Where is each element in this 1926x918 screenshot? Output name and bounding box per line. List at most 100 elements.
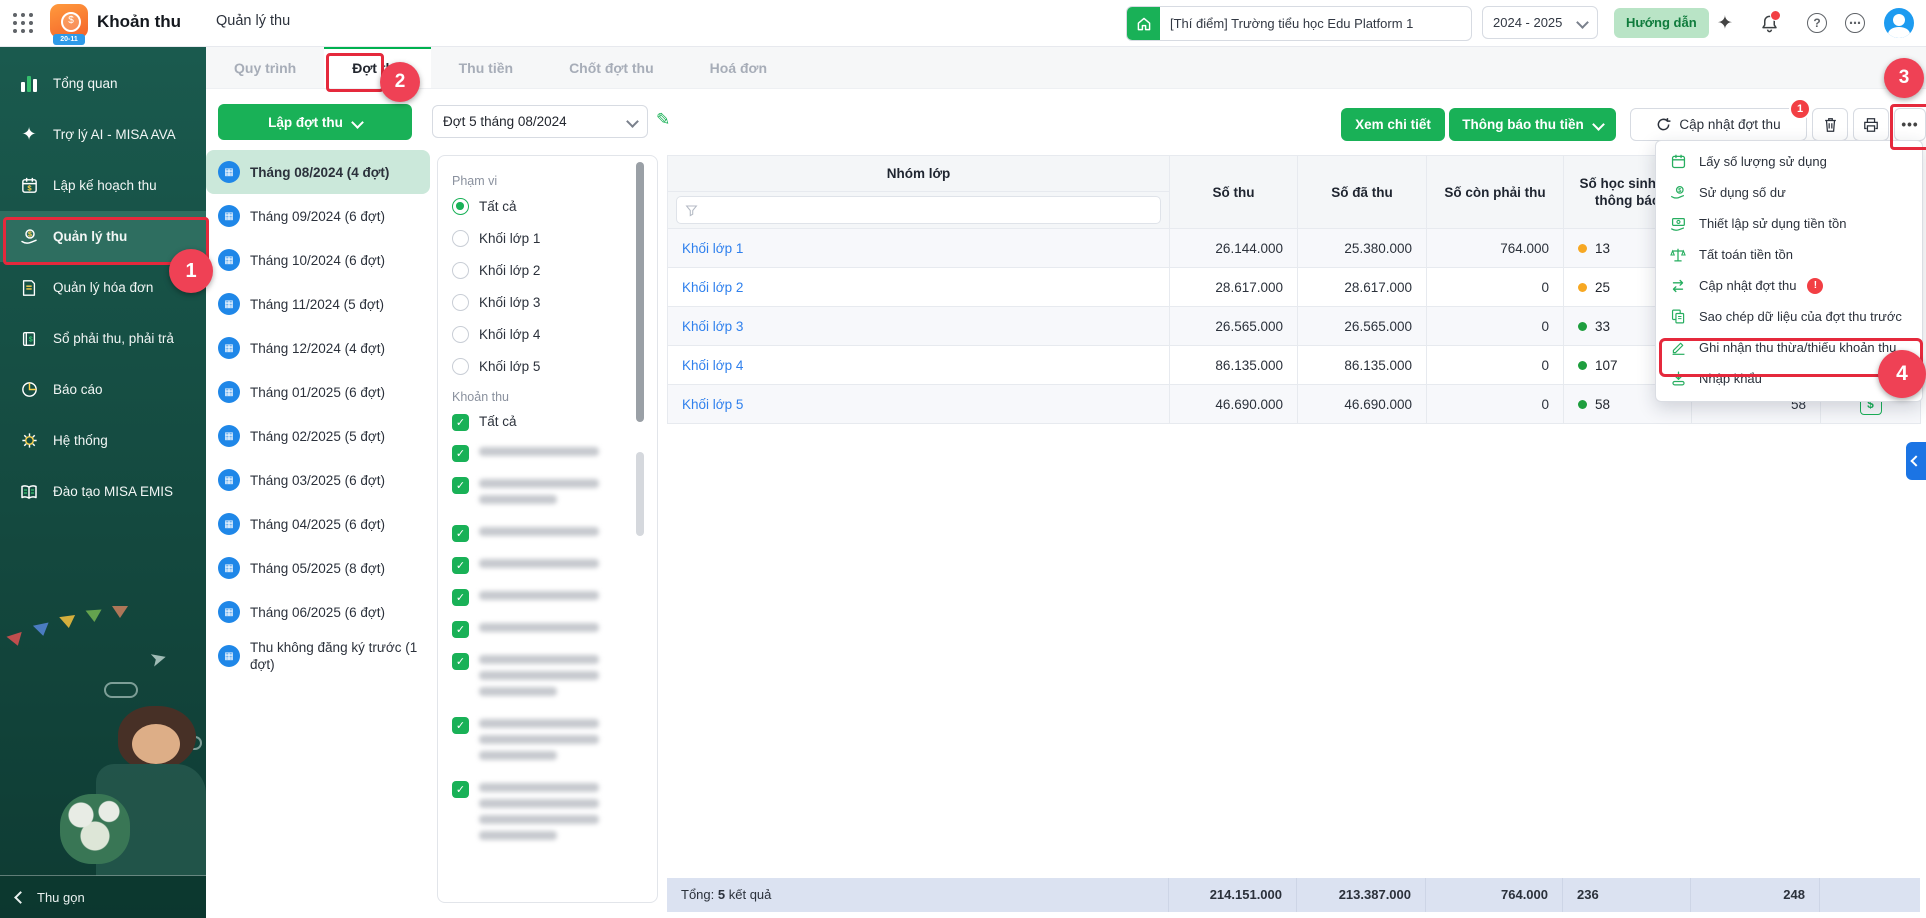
- month-item[interactable]: ▦ Tháng 04/2025 (6 đợt): [206, 502, 430, 546]
- fee-checkbox-item[interactable]: ✓: [452, 653, 643, 703]
- fee-checkbox-item[interactable]: ✓: [452, 557, 643, 575]
- scope-radio-option[interactable]: Khối lớp 1: [452, 230, 643, 247]
- cell-con-phai-thu: 0: [1427, 346, 1564, 385]
- col-header-so-con-phai-thu[interactable]: Số còn phải thu: [1427, 156, 1564, 229]
- notify-collect-button[interactable]: Thông báo thu tiền: [1449, 108, 1616, 141]
- menu-item-thiet-lap-tien-ton[interactable]: Thiết lập sử dụng tiền tồn: [1656, 208, 1922, 239]
- school-year-select[interactable]: 2024 - 2025: [1482, 6, 1598, 39]
- cell-con-phai-thu: 0: [1427, 307, 1564, 346]
- month-item[interactable]: ▦ Tháng 08/2024 (4 đợt): [206, 150, 430, 194]
- view-detail-button[interactable]: Xem chi tiết: [1341, 108, 1445, 141]
- more-actions-button[interactable]: •••: [1894, 108, 1926, 141]
- annotation-step-4: 4: [1878, 350, 1926, 398]
- month-item[interactable]: ▦ Tháng 06/2025 (6 đợt): [206, 590, 430, 634]
- class-group-link[interactable]: Khối lớp 5: [668, 385, 1170, 424]
- filter-scrollbar-thumb-lower[interactable]: [636, 452, 644, 536]
- month-item[interactable]: ▦ Tháng 03/2025 (6 đợt): [206, 458, 430, 502]
- class-group-link[interactable]: Khối lớp 4: [668, 346, 1170, 385]
- panel-expand-handle[interactable]: [1906, 442, 1926, 480]
- topbar: $ 20-11 Khoản thu Quản lý thu [Thí điểm]…: [0, 0, 1926, 47]
- tab[interactable]: Hoá đơn: [682, 46, 795, 88]
- print-button[interactable]: [1853, 108, 1889, 141]
- more-options-icon[interactable]: ⋯: [1842, 10, 1868, 36]
- month-item[interactable]: ▦ Tháng 12/2024 (4 đợt): [206, 326, 430, 370]
- month-item[interactable]: ▦ Tháng 02/2025 (5 đợt): [206, 414, 430, 458]
- tab[interactable]: Chốt đợt thu: [541, 46, 682, 88]
- sidebar-item-he-thong[interactable]: Hệ thống: [0, 415, 206, 466]
- scope-radio-option[interactable]: Khối lớp 4: [452, 326, 643, 343]
- fee-checkbox-item[interactable]: ✓: [452, 525, 643, 543]
- sidebar-item-so-phai-thu[interactable]: $ Sổ phải thu, phải trả: [0, 313, 206, 364]
- fee-checkbox-item[interactable]: ✓: [452, 717, 643, 767]
- notification-bell-icon[interactable]: [1756, 10, 1782, 36]
- update-batch-button[interactable]: Cập nhật đợt thu: [1630, 108, 1807, 141]
- notification-badge: [1770, 10, 1781, 21]
- scope-radio-option[interactable]: Khối lớp 2: [452, 262, 643, 279]
- month-item[interactable]: ▦ Thu không đăng ký trước (1 đợt): [206, 634, 430, 678]
- calendar-icon: ▦: [218, 469, 240, 491]
- menu-item-sao-chep[interactable]: Sao chép dữ liệu của đợt thu trước: [1656, 301, 1922, 332]
- tab[interactable]: Thu tiền: [431, 46, 541, 88]
- batch-select[interactable]: Đợt 5 tháng 08/2024: [432, 105, 648, 138]
- blurred-label: [479, 717, 643, 767]
- menu-item-label: Sao chép dữ liệu của đợt thu trước: [1699, 309, 1902, 324]
- col-header-so-thu[interactable]: Số thu: [1170, 156, 1298, 229]
- school-selector[interactable]: [Thí điểm] Trường tiểu học Edu Platform …: [1126, 6, 1472, 41]
- menu-item-cap-nhat-dot-thu[interactable]: Cập nhật đợt thu !: [1656, 270, 1922, 301]
- checkbox-label: Tất cả: [479, 414, 517, 429]
- checkbox-checked-icon: ✓: [452, 621, 469, 638]
- copy-icon: [1668, 307, 1688, 327]
- hs-count: 58: [1595, 397, 1610, 412]
- fee-checkbox-item[interactable]: ✓: [452, 621, 643, 639]
- app-grid-icon[interactable]: [13, 13, 34, 34]
- user-avatar[interactable]: [1884, 8, 1914, 38]
- month-item[interactable]: ▦ Tháng 05/2025 (8 đợt): [206, 546, 430, 590]
- help-icon[interactable]: ?: [1804, 10, 1830, 36]
- class-group-link[interactable]: Khối lớp 2: [668, 268, 1170, 307]
- sidebar-item-tro-ly-ai[interactable]: ✦ Trợ lý AI - MISA AVA: [0, 109, 206, 160]
- menu-item-su-dung-so-du[interactable]: $ Sử dụng số dư: [1656, 177, 1922, 208]
- topnav-quan-ly-thu[interactable]: Quản lý thu: [216, 13, 290, 29]
- flower-bouquet: [60, 794, 130, 864]
- ai-sparkle-icon[interactable]: ✦: [1712, 10, 1738, 36]
- fee-checkbox-all[interactable]: ✓ Tất cả: [452, 414, 643, 431]
- sidebar-item-bao-cao[interactable]: Báo cáo: [0, 364, 206, 415]
- radio-label: Khối lớp 1: [479, 231, 540, 246]
- month-item[interactable]: ▦ Tháng 01/2025 (6 đợt): [206, 370, 430, 414]
- scope-radio-option[interactable]: Khối lớp 5: [452, 358, 643, 375]
- scope-radio-option[interactable]: Khối lớp 3: [452, 294, 643, 311]
- sidebar-item-tong-quan[interactable]: Tổng quan: [0, 58, 206, 109]
- edit-batch-pencil-icon[interactable]: ✎: [656, 110, 678, 132]
- sidebar-item-lap-ke-hoach-thu[interactable]: $ Lập kế hoạch thu: [0, 160, 206, 211]
- month-item[interactable]: ▦ Tháng 10/2024 (6 đợt): [206, 238, 430, 282]
- fee-checkbox-item[interactable]: ✓: [452, 589, 643, 607]
- delete-button[interactable]: [1812, 108, 1848, 141]
- menu-item-tat-toan-tien-ton[interactable]: Tất toán tiền tồn: [1656, 239, 1922, 270]
- blurred-label: [479, 589, 643, 607]
- blurred-label: [479, 477, 643, 511]
- tab[interactable]: Quy trình: [206, 46, 324, 88]
- status-dot: [1578, 361, 1587, 370]
- svg-text:$: $: [28, 231, 32, 238]
- guide-button[interactable]: Hướng dẫn: [1614, 8, 1709, 38]
- class-group-link[interactable]: Khối lớp 3: [668, 307, 1170, 346]
- month-item[interactable]: ▦ Tháng 09/2024 (6 đợt): [206, 194, 430, 238]
- calendar-icon: ▦: [218, 645, 240, 667]
- scope-radio-option[interactable]: Tất cả: [452, 198, 643, 215]
- col-header-so-da-thu[interactable]: Số đã thu: [1298, 156, 1427, 229]
- fee-checkbox-item[interactable]: ✓: [452, 781, 643, 847]
- filter-cell: [668, 192, 1170, 229]
- filter-scrollbar-thumb[interactable]: [636, 162, 644, 422]
- fee-checkbox-item[interactable]: ✓: [452, 477, 643, 511]
- sidebar-collapse-button[interactable]: Thu gọn: [0, 875, 206, 918]
- status-dot: [1578, 283, 1587, 292]
- month-item[interactable]: ▦ Tháng 11/2024 (5 đợt): [206, 282, 430, 326]
- column-filter-input[interactable]: [676, 196, 1161, 224]
- col-header-nhom-lop[interactable]: Nhóm lớp: [668, 156, 1170, 192]
- class-group-link[interactable]: Khối lớp 1: [668, 229, 1170, 268]
- fee-checkbox-item[interactable]: ✓: [452, 445, 643, 463]
- menu-item-lay-so-luong[interactable]: Lấy số lượng sử dụng: [1656, 146, 1922, 177]
- sidebar-item-dao-tao[interactable]: Đào tạo MISA EMIS: [0, 466, 206, 517]
- fee-label: Khoản thu: [452, 390, 643, 404]
- create-batch-button[interactable]: Lập đợt thu: [218, 104, 412, 140]
